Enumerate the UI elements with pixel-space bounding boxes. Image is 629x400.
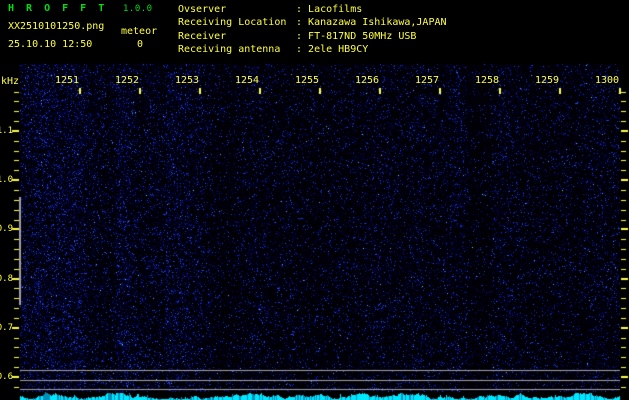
time-tick-label: 1251 bbox=[55, 75, 80, 86]
freq-tick-label: 0.8 bbox=[0, 273, 13, 284]
time-tick-label: 1300 bbox=[595, 75, 620, 86]
time-tick-label: 1258 bbox=[475, 75, 500, 86]
freq-tick-label: 1.0 bbox=[0, 175, 13, 186]
time-tick-label: 1252 bbox=[115, 75, 140, 86]
time-tick-label: 1256 bbox=[355, 75, 380, 86]
freq-tick-label: 0.9 bbox=[0, 224, 13, 235]
time-tick-label: 1257 bbox=[415, 75, 440, 86]
time-tick-label: 1255 bbox=[295, 75, 320, 86]
freq-axis-unit-label: kHz bbox=[1, 76, 20, 87]
time-tick-label: 1253 bbox=[175, 75, 200, 86]
freq-tick-label: 0.7 bbox=[0, 322, 13, 333]
time-tick-label: 1259 bbox=[535, 75, 560, 86]
hrofft-window: H R O F F T 1.0.0 XX2510101250.png meteo… bbox=[0, 0, 629, 400]
freq-tick-label: 1.1 bbox=[0, 126, 13, 136]
freq-tick-label: 0.6 bbox=[0, 372, 13, 382]
time-tick-label: 1254 bbox=[235, 75, 260, 86]
axis-labels-layer: kHz 1251 1252 1253 1254 1255 1256 1257 1258 1259… bbox=[0, 0, 629, 400]
